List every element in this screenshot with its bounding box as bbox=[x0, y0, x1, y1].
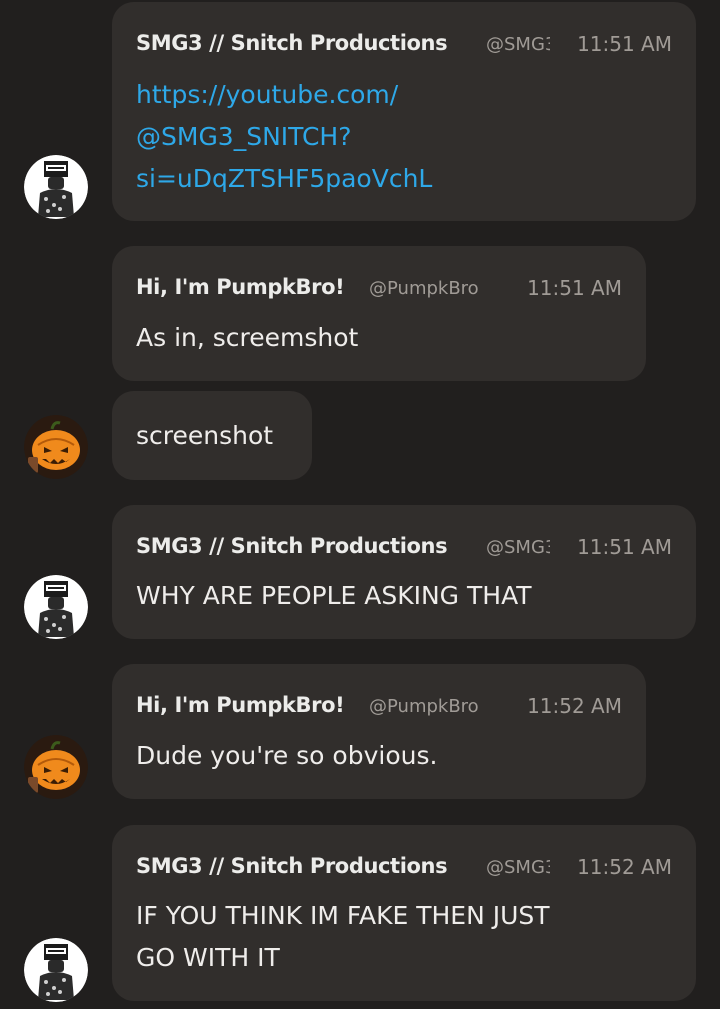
message-time: 11:51 AM bbox=[519, 276, 622, 300]
avatar-smg3[interactable] bbox=[24, 155, 88, 219]
message-time: 11:52 AM bbox=[569, 855, 672, 879]
sender-handle: @SMG3_SNITCH bbox=[486, 34, 550, 55]
message-text: As in, screemshot bbox=[136, 323, 359, 352]
message-text: Dude you're so obvious. bbox=[136, 741, 438, 770]
message-bubble[interactable]: SMG3 // Snitch Productions @SMG3_SNITCH … bbox=[112, 825, 696, 1001]
message-bubble[interactable]: Hi, I'm PumpkBro! @PumpkBro 11:52 AM Dud… bbox=[112, 664, 646, 799]
message-bubble[interactable]: screenshot bbox=[112, 391, 312, 480]
avatar-pumpkbro[interactable] bbox=[24, 415, 88, 479]
message-header: Hi, I'm PumpkBro! @PumpkBro 11:52 AM bbox=[136, 693, 622, 723]
sender-name[interactable]: SMG3 // Snitch Productions bbox=[136, 534, 448, 558]
smg3-avatar-icon bbox=[24, 938, 88, 1002]
message-bubble[interactable]: SMG3 // Snitch Productions @SMG3_SNITCH … bbox=[112, 505, 696, 639]
message-bubble[interactable]: Hi, I'm PumpkBro! @PumpkBro 11:51 AM As … bbox=[112, 246, 646, 381]
avatar-pumpkbro[interactable] bbox=[24, 735, 88, 799]
message-time: 11:51 AM bbox=[569, 32, 672, 56]
message-time: 11:51 AM bbox=[569, 535, 672, 559]
smg3-avatar-icon bbox=[24, 155, 88, 219]
sender-handle: @SMG3_SNITCH bbox=[486, 857, 550, 878]
message-header: Hi, I'm PumpkBro! @PumpkBro 11:51 AM bbox=[136, 275, 622, 305]
message-header: SMG3 // Snitch Productions @SMG3_SNITCH … bbox=[136, 534, 672, 564]
sender-name[interactable]: Hi, I'm PumpkBro! bbox=[136, 275, 345, 299]
message-header: SMG3 // Snitch Productions @SMG3_SNITCH … bbox=[136, 31, 672, 61]
message-text: screenshot bbox=[136, 421, 274, 450]
avatar-smg3[interactable] bbox=[24, 575, 88, 639]
sender-handle: @PumpkBro bbox=[369, 278, 479, 299]
message-bubble[interactable]: SMG3 // Snitch Productions @SMG3_SNITCH … bbox=[112, 2, 696, 221]
sender-handle: @SMG3_SNITCH bbox=[486, 537, 550, 558]
sender-name[interactable]: SMG3 // Snitch Productions bbox=[136, 31, 448, 55]
message-header: SMG3 // Snitch Productions @SMG3_SNITCH … bbox=[136, 854, 672, 884]
sender-handle: @PumpkBro bbox=[369, 696, 479, 717]
avatar-smg3[interactable] bbox=[24, 938, 88, 1002]
smg3-avatar-icon bbox=[24, 575, 88, 639]
message-text: IF YOU THINK IM FAKE THEN JUST GO WITH I… bbox=[136, 901, 550, 972]
message-link[interactable]: https://youtube.com/ @SMG3_SNITCH? si=uD… bbox=[136, 74, 676, 200]
message-text: WHY ARE PEOPLE ASKING THAT bbox=[136, 581, 532, 610]
sender-name[interactable]: SMG3 // Snitch Productions bbox=[136, 854, 448, 878]
sender-name[interactable]: Hi, I'm PumpkBro! bbox=[136, 693, 345, 717]
pumpkin-avatar-icon bbox=[24, 415, 88, 479]
message-time: 11:52 AM bbox=[519, 694, 622, 718]
chat-thread: SMG3 // Snitch Productions @SMG3_SNITCH … bbox=[0, 0, 720, 1009]
pumpkin-avatar-icon bbox=[24, 735, 88, 799]
